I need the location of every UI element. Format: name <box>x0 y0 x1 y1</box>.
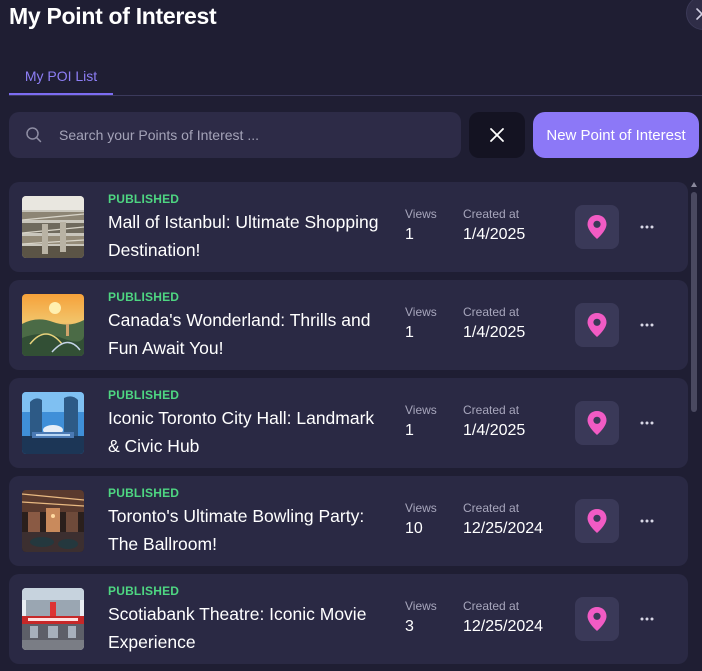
more-horizontal-icon <box>640 323 654 327</box>
views-label: Views <box>405 403 437 417</box>
more-options-button[interactable] <box>635 411 659 435</box>
poi-thumbnail <box>22 392 84 454</box>
map-pin-icon <box>587 509 607 533</box>
poi-panel: My Point of Interest My POI List New Poi… <box>0 0 702 671</box>
show-on-map-button[interactable] <box>575 597 619 641</box>
poi-list: PUBLISHED Mall of Istanbul: Ultimate Sho… <box>9 182 688 671</box>
created-label: Created at <box>463 305 520 319</box>
poi-card[interactable]: PUBLISHED Canada's Wonderland: Thrills a… <box>9 280 688 370</box>
poi-card[interactable]: PUBLISHED Mall of Istanbul: Ultimate Sho… <box>9 182 688 272</box>
more-options-button[interactable] <box>635 215 659 239</box>
page-title: My Point of Interest <box>9 3 217 29</box>
views-count: 1 <box>405 324 414 341</box>
created-label: Created at <box>463 599 520 613</box>
poi-card[interactable]: PUBLISHED Scotiabank Theatre: Iconic Mov… <box>9 574 688 664</box>
status-badge: PUBLISHED <box>108 584 180 598</box>
show-on-map-button[interactable] <box>575 401 619 445</box>
created-date: 12/25/2024 <box>463 618 544 635</box>
created-date: 1/4/2025 <box>463 324 526 341</box>
views-count: 10 <box>405 520 423 537</box>
more-options-button[interactable] <box>635 607 659 631</box>
views-count: 1 <box>405 422 414 439</box>
created-label: Created at <box>463 207 520 221</box>
poi-thumbnail <box>22 196 84 258</box>
map-pin-icon <box>587 411 607 435</box>
clear-search-button[interactable] <box>469 112 525 158</box>
new-poi-button[interactable]: New Point of Interest <box>533 112 699 158</box>
map-pin-icon <box>587 313 607 337</box>
views-label: Views <box>405 305 437 319</box>
poi-title: Scotiabank Theatre: Iconic Movie Experie… <box>108 604 367 652</box>
more-horizontal-icon <box>640 421 654 425</box>
more-horizontal-icon <box>640 617 654 621</box>
close-icon <box>490 128 504 142</box>
poi-card[interactable]: PUBLISHED Iconic Toronto City Hall: Land… <box>9 378 688 468</box>
views-label: Views <box>405 599 437 613</box>
views-label: Views <box>405 501 437 515</box>
poi-title: Canada's Wonderland: Thrills and Fun Awa… <box>108 310 371 358</box>
poi-title: Toronto's Ultimate Bowling Party: The Ba… <box>108 506 365 554</box>
created-date: 1/4/2025 <box>463 422 526 439</box>
more-options-button[interactable] <box>635 509 659 533</box>
scrollbar-thumb[interactable] <box>691 192 697 412</box>
views-label: Views <box>405 207 437 221</box>
scroll-up-arrow-icon[interactable] <box>691 182 697 187</box>
more-horizontal-icon <box>640 225 654 229</box>
tab-bar: My POI List <box>9 58 702 96</box>
created-date: 12/25/2024 <box>463 520 544 537</box>
created-date: 1/4/2025 <box>463 226 526 243</box>
show-on-map-button[interactable] <box>575 303 619 347</box>
views-count: 3 <box>405 618 414 635</box>
search-icon <box>26 127 42 143</box>
status-badge: PUBLISHED <box>108 486 180 500</box>
close-panel-button[interactable] <box>686 0 702 30</box>
poi-thumbnail <box>22 294 84 356</box>
show-on-map-button[interactable] <box>575 205 619 249</box>
views-count: 1 <box>405 226 414 243</box>
poi-thumbnail <box>22 490 84 552</box>
list-scrollbar[interactable] <box>690 182 698 671</box>
close-icon <box>696 8 702 20</box>
status-badge: PUBLISHED <box>108 388 180 402</box>
poi-title: Mall of Istanbul: Ultimate Shopping Dest… <box>108 212 379 260</box>
status-badge: PUBLISHED <box>108 192 180 206</box>
map-pin-icon <box>587 215 607 239</box>
search-bar <box>9 112 461 158</box>
show-on-map-button[interactable] <box>575 499 619 543</box>
poi-title: Iconic Toronto City Hall: Landmark & Civ… <box>108 408 375 456</box>
created-label: Created at <box>463 501 520 515</box>
search-input[interactable] <box>59 112 461 158</box>
more-options-button[interactable] <box>635 313 659 337</box>
created-label: Created at <box>463 403 520 417</box>
poi-card[interactable]: PUBLISHED Toronto's Ultimate Bowling Par… <box>9 476 688 566</box>
poi-thumbnail <box>22 588 84 650</box>
more-horizontal-icon <box>640 519 654 523</box>
tab-my-poi-list[interactable]: My POI List <box>9 58 113 95</box>
map-pin-icon <box>587 607 607 631</box>
status-badge: PUBLISHED <box>108 290 180 304</box>
